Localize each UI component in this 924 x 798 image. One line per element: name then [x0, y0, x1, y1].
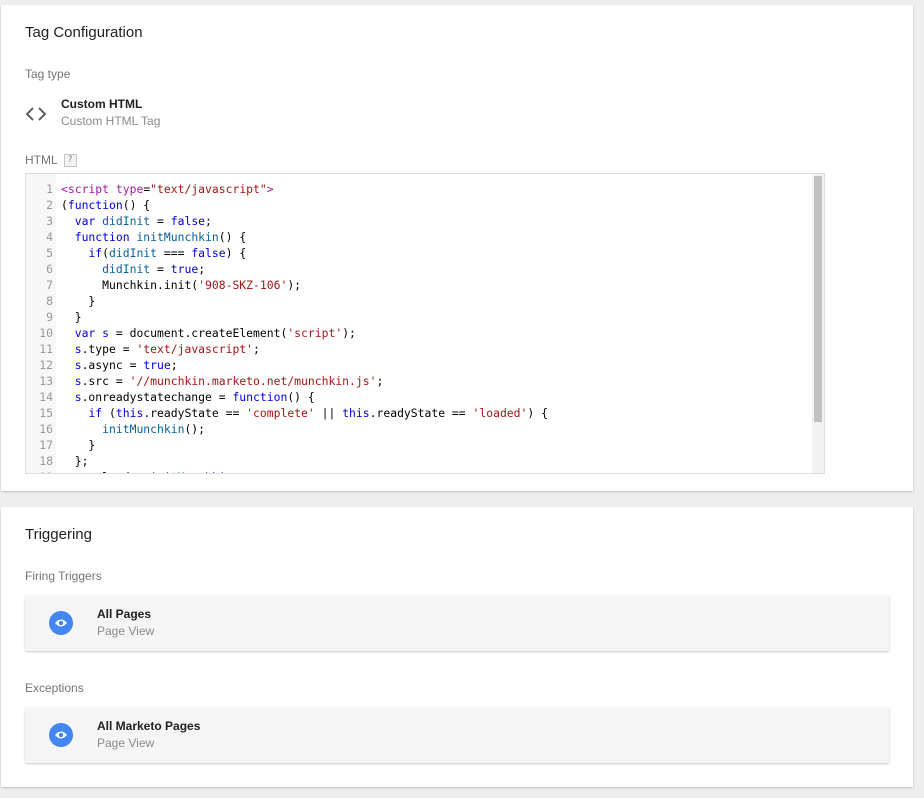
code-text: <script type="text/javascript">	[61, 182, 274, 196]
code-text: s.onload = initMunchkin;	[53, 469, 240, 473]
firing-triggers-label: Firing Triggers	[25, 569, 102, 583]
code-lines: 1 <script type="text/javascript"> 2 (functi…	[26, 181, 812, 473]
code-text: Munchkin.init('908-SKZ-106');	[61, 278, 302, 292]
html-label-row: HTML ?	[25, 153, 77, 167]
help-icon[interactable]: ?	[63, 153, 77, 167]
line-number: 17	[39, 438, 53, 452]
code-text: s.type = 'text/javascript';	[74, 342, 260, 356]
eye-icon	[49, 723, 73, 747]
tag-configuration-card: Tag Configuration Tag type Custom HTML C…	[1, 5, 913, 491]
code-text: s.onreadystatechange = function() {	[74, 390, 315, 404]
editor-scroll-thumb[interactable]	[814, 176, 822, 422]
editor-scrollbar[interactable]	[812, 174, 824, 473]
line-number: 7	[46, 278, 53, 292]
code-line: 13 s.src = '//munchkin.marketo.net/munch…	[26, 373, 812, 389]
code-text: if(didInit === false) {	[88, 246, 247, 260]
line-number: 12	[39, 358, 53, 372]
exceptions-label: Exceptions	[25, 681, 84, 695]
line-number: 15	[39, 406, 53, 420]
code-line: 19 s.onload = initMunchkin;	[26, 469, 812, 473]
code-line: 9 }	[26, 309, 812, 325]
line-number: 3	[46, 214, 53, 228]
code-line: 8 }	[26, 293, 812, 309]
code-line: 6 didInit = true;	[26, 261, 812, 277]
code-text: };	[61, 454, 89, 468]
firing-trigger-name: All Pages	[97, 607, 152, 621]
code-text: s.async = true;	[74, 358, 178, 372]
code-line: 2 (function() {	[26, 197, 812, 213]
code-brackets-icon	[25, 107, 47, 121]
line-number: 19	[26, 469, 53, 473]
firing-trigger-type: Page View	[97, 624, 155, 638]
code-text: }	[61, 438, 96, 452]
code-text: var didInit = false;	[74, 214, 212, 228]
code-text: if (this.readyState == 'complete' || thi…	[88, 406, 548, 420]
tag-type-label: Tag type	[25, 67, 71, 81]
code-text: (function() {	[61, 198, 151, 212]
code-text: }	[61, 294, 96, 308]
eye-icon	[49, 611, 73, 635]
line-number: 1	[46, 182, 53, 196]
code-line: 11 s.type = 'text/javascript';	[26, 341, 812, 357]
line-number: 14	[39, 390, 53, 404]
exception-trigger-item[interactable]: All Marketo Pages Page View	[25, 707, 889, 763]
code-text: }	[61, 310, 82, 324]
code-line: 12 s.async = true;	[26, 357, 812, 373]
code-text: var s = document.createElement('script')…	[74, 326, 356, 340]
line-number: 4	[46, 230, 53, 244]
exception-trigger-name: All Marketo Pages	[97, 719, 201, 733]
code-text: didInit = true;	[102, 262, 206, 276]
code-line: 10 var s = document.createElement('scrip…	[26, 325, 812, 341]
line-number: 5	[46, 246, 53, 260]
line-number: 18	[39, 454, 53, 468]
code-text: function initMunchkin() {	[74, 230, 247, 244]
tag-configuration-title: Tag Configuration	[25, 24, 143, 41]
code-line: 4 function initMunchkin() {	[26, 229, 812, 245]
line-number: 10	[39, 326, 53, 340]
triggering-card: Triggering Firing Triggers All Pages Pag…	[1, 507, 913, 787]
code-line: 3 var didInit = false;	[26, 213, 812, 229]
code-line: 16 initMunchkin();	[26, 421, 812, 437]
exception-trigger-type: Page View	[97, 736, 155, 750]
line-number: 9	[46, 310, 53, 324]
tag-type-name: Custom HTML	[61, 97, 143, 111]
code-text: initMunchkin();	[102, 422, 206, 436]
triggering-title: Triggering	[25, 526, 92, 543]
code-line: 15 if (this.readyState == 'complete' || …	[26, 405, 812, 421]
line-number: 2	[46, 198, 53, 212]
line-number: 6	[46, 262, 53, 276]
line-number: 13	[39, 374, 53, 388]
line-number: 8	[46, 294, 53, 308]
code-line: 5 if(didInit === false) {	[26, 245, 812, 261]
code-line: 1 <script type="text/javascript">	[26, 181, 812, 197]
code-line: 14 s.onreadystatechange = function() {	[26, 389, 812, 405]
code-line: 7 Munchkin.init('908-SKZ-106');	[26, 277, 812, 293]
line-number: 16	[39, 422, 53, 436]
firing-trigger-item[interactable]: All Pages Page View	[25, 595, 889, 651]
html-label: HTML	[25, 153, 58, 167]
code-line: 18 };	[26, 453, 812, 469]
line-number: 11	[39, 342, 53, 356]
code-line: 17 }	[26, 437, 812, 453]
code-text: s.src = '//munchkin.marketo.net/munchkin…	[74, 374, 384, 388]
tag-type-sub: Custom HTML Tag	[61, 114, 161, 128]
html-code-editor[interactable]: 1 <script type="text/javascript"> 2 (functi…	[25, 173, 825, 474]
tag-type-selector[interactable]: Custom HTML Custom HTML Tag	[25, 97, 160, 129]
